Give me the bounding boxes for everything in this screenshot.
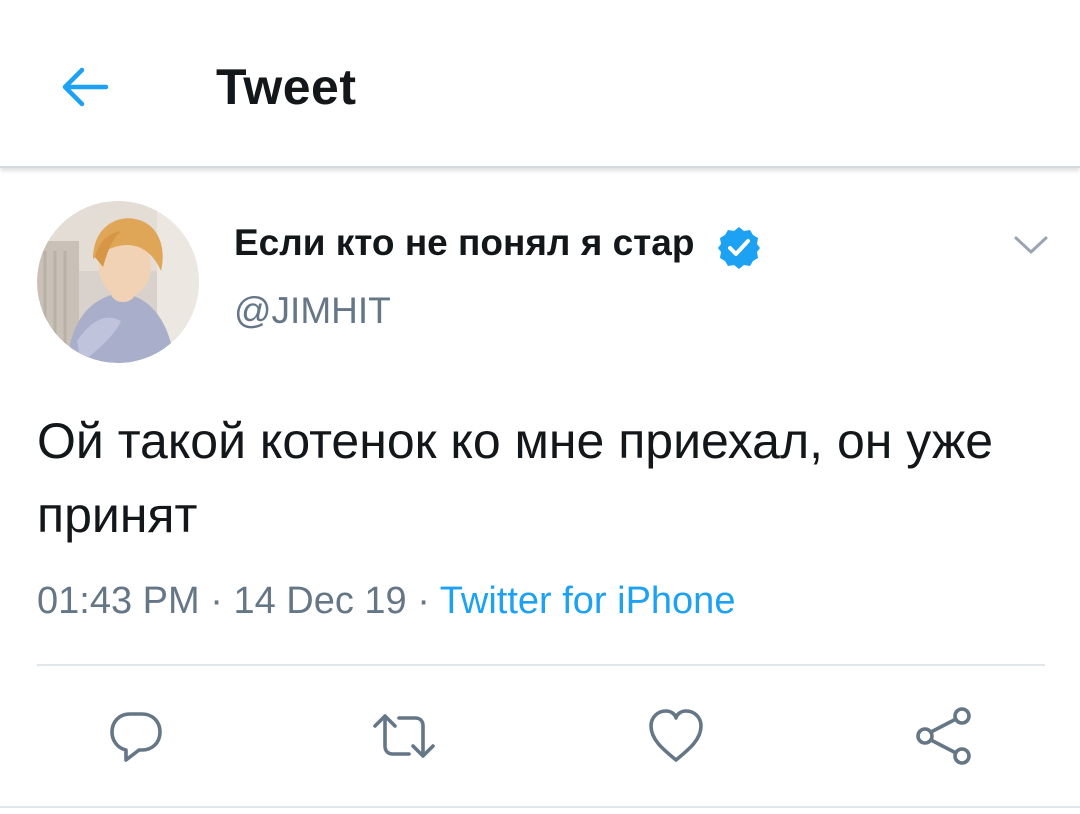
verified-badge-icon	[718, 227, 760, 269]
author-handle[interactable]: @JIMHIT	[234, 290, 391, 332]
tweet-source-link[interactable]: Twitter for iPhone	[440, 580, 736, 622]
author-name[interactable]: Если кто не понял я стар	[234, 222, 694, 264]
top-app-bar: Tweet	[0, 0, 1080, 168]
page-title: Tweet	[216, 59, 357, 115]
tweet-time: 01:43 PM	[37, 580, 200, 622]
retweet-button[interactable]	[368, 700, 440, 772]
reply-icon	[110, 712, 162, 762]
meta-separator: ·	[199, 580, 234, 622]
divider	[37, 664, 1045, 666]
tweet-meta: 01:43 PM · 14 Dec 19 · Twitter for iPhon…	[37, 580, 735, 623]
tweet-text: Ой такой котенок ко мне приехал, он уже …	[37, 413, 994, 543]
share-icon	[916, 707, 971, 765]
reply-button[interactable]	[100, 700, 172, 772]
bottom-divider	[0, 806, 1080, 808]
like-button[interactable]	[640, 700, 712, 772]
avatar[interactable]	[37, 201, 199, 363]
retweet-icon	[373, 714, 435, 758]
tweet-date: 14 Dec 19	[233, 580, 407, 622]
more-options-button[interactable]	[1008, 225, 1054, 265]
back-button[interactable]	[52, 55, 116, 119]
heart-icon	[649, 709, 703, 762]
share-button[interactable]	[908, 700, 980, 772]
meta-separator: ·	[406, 580, 440, 622]
arrow-left-icon	[62, 67, 109, 107]
chevron-down-icon	[1014, 236, 1048, 254]
